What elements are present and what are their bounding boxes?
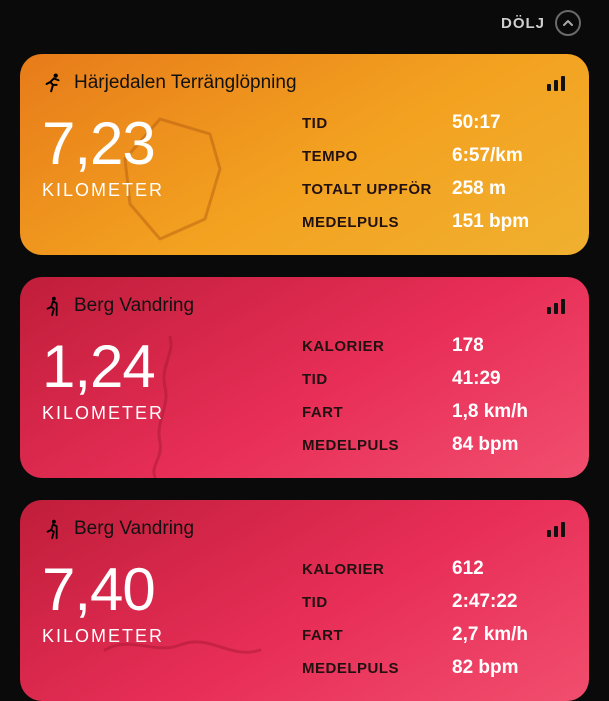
card-header: Berg Vandring xyxy=(42,518,567,540)
chevron-up-icon xyxy=(562,17,574,29)
metric-label: KALORIER xyxy=(302,338,452,355)
workout-title: Berg Vandring xyxy=(74,518,194,540)
list-header: DÖLJ xyxy=(20,0,589,54)
workout-title: Berg Vandring xyxy=(74,295,194,317)
card-body: 7,23 KILOMETER TID 50:17 TEMPO 6:57/km T… xyxy=(42,108,567,233)
metric-label: MEDELPULS xyxy=(302,660,452,677)
distance-value: 7,23 xyxy=(42,114,302,174)
running-icon xyxy=(42,72,64,94)
metrics-grid: KALORIER 612 TID 2:47:22 FART 2,7 km/h M… xyxy=(302,554,567,679)
card-header: Berg Vandring xyxy=(42,295,567,317)
hiking-icon xyxy=(42,518,64,540)
distance-block: 7,23 KILOMETER xyxy=(42,108,302,201)
metrics-grid: TID 50:17 TEMPO 6:57/km TOTALT UPPFÖR 25… xyxy=(302,108,567,233)
distance-unit: KILOMETER xyxy=(42,626,302,647)
distance-value: 7,40 xyxy=(42,560,302,620)
hide-label[interactable]: DÖLJ xyxy=(501,15,545,32)
distance-block: 1,24 KILOMETER xyxy=(42,331,302,424)
workout-card[interactable]: Berg Vandring 1,24 KILOMETER KALORIER 17… xyxy=(20,277,589,478)
metric-value: 258 m xyxy=(452,178,567,200)
metrics-grid: KALORIER 178 TID 41:29 FART 1,8 km/h MED… xyxy=(302,331,567,456)
stats-icon[interactable] xyxy=(547,75,567,91)
metric-value: 2:47:22 xyxy=(452,591,567,613)
workout-card[interactable]: Härjedalen Terränglöpning 7,23 KILOMETER… xyxy=(20,54,589,255)
metric-label: MEDELPULS xyxy=(302,214,452,231)
metric-label: TOTALT UPPFÖR xyxy=(302,181,452,198)
metric-label: TID xyxy=(302,594,452,611)
metric-value: 2,7 km/h xyxy=(452,624,567,646)
stats-icon[interactable] xyxy=(547,521,567,537)
metric-label: MEDELPULS xyxy=(302,437,452,454)
metric-value: 82 bpm xyxy=(452,657,567,679)
stats-icon[interactable] xyxy=(547,298,567,314)
collapse-button[interactable] xyxy=(555,10,581,36)
distance-block: 7,40 KILOMETER xyxy=(42,554,302,647)
workout-card[interactable]: Berg Vandring 7,40 KILOMETER KALORIER 61… xyxy=(20,500,589,701)
metric-value: 41:29 xyxy=(452,368,567,390)
card-header: Härjedalen Terränglöpning xyxy=(42,72,567,94)
card-body: 1,24 KILOMETER KALORIER 178 TID 41:29 FA… xyxy=(42,331,567,456)
metric-label: TID xyxy=(302,371,452,388)
metric-label: FART xyxy=(302,627,452,644)
distance-unit: KILOMETER xyxy=(42,180,302,201)
workout-title: Härjedalen Terränglöpning xyxy=(74,72,297,94)
metric-label: TEMPO xyxy=(302,148,452,165)
metric-value: 1,8 km/h xyxy=(452,401,567,423)
metric-value: 178 xyxy=(452,335,567,357)
distance-value: 1,24 xyxy=(42,337,302,397)
metric-value: 84 bpm xyxy=(452,434,567,456)
metric-value: 151 bpm xyxy=(452,211,567,233)
hiking-icon xyxy=(42,295,64,317)
metric-value: 50:17 xyxy=(452,112,567,134)
metric-value: 612 xyxy=(452,558,567,580)
metric-label: KALORIER xyxy=(302,561,452,578)
metric-value: 6:57/km xyxy=(452,145,567,167)
metric-label: TID xyxy=(302,115,452,132)
distance-unit: KILOMETER xyxy=(42,403,302,424)
card-body: 7,40 KILOMETER KALORIER 612 TID 2:47:22 … xyxy=(42,554,567,679)
metric-label: FART xyxy=(302,404,452,421)
